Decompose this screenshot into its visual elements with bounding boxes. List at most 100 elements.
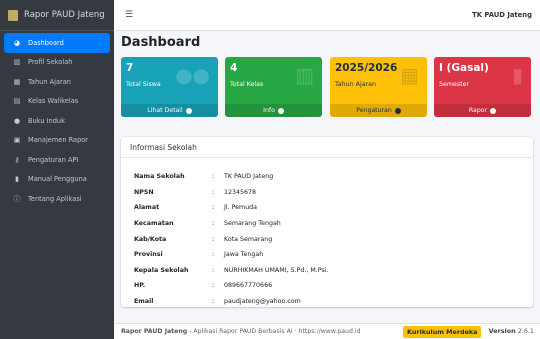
sidebar-item-tentang-aplikasi[interactable]: ⓘ Tentang Aplikasi bbox=[4, 189, 110, 209]
info-separator: : bbox=[212, 188, 215, 196]
info-value: Kota Semarang bbox=[224, 235, 273, 243]
school-icon: ▥ bbox=[13, 58, 21, 67]
info-separator: : bbox=[212, 235, 215, 243]
sidebar-item-label: Pengaturan API bbox=[28, 155, 79, 164]
key-icon: ⚷ bbox=[14, 155, 20, 164]
info-row: HP.: 089667770666 bbox=[134, 278, 533, 294]
calendar-icon: ▦ bbox=[400, 63, 419, 87]
stat-box-tahun-ajaran: 2025/2026 Tahun Ajaran ▦ Pengaturan bbox=[330, 57, 427, 117]
info-key: Kab/Kota bbox=[134, 235, 167, 243]
info-row: Email: paudjateng@yahoo.com bbox=[134, 294, 533, 310]
footer: Rapor PAUD Jateng - Aplikasi Rapor PAUD … bbox=[114, 323, 540, 339]
topbar-school-name[interactable]: TK PAUD Jateng bbox=[472, 11, 532, 19]
stat-box-semester: I (Gasal) Semester ▮ Rapor bbox=[434, 57, 531, 117]
school-icon: ▥ bbox=[295, 63, 314, 87]
topbar: ☰ TK PAUD Jateng bbox=[114, 0, 540, 31]
main-content: Dashboard 7 Total Siswa ●● Lihat Detail … bbox=[114, 31, 540, 339]
sidebar-item-kelas-walikelas[interactable]: ▤ Kelas Walikelas bbox=[4, 92, 110, 112]
info-separator: : bbox=[212, 204, 215, 212]
info-value: 089667770666 bbox=[224, 282, 273, 290]
sidebar-item-label: Kelas Walikelas bbox=[28, 97, 79, 106]
stat-box-total-siswa: 7 Total Siswa ●● Lihat Detail bbox=[121, 57, 218, 117]
page-title: Dashboard bbox=[121, 35, 201, 50]
info-key: NPSN bbox=[134, 188, 154, 196]
info-value: Jl. Pemuda bbox=[224, 204, 258, 212]
arrow-circle-right-icon bbox=[185, 107, 192, 114]
stat-link-label: Pengaturan bbox=[356, 107, 392, 114]
stat-footer-link[interactable]: Lihat Detail bbox=[121, 104, 218, 117]
sidebar-item-label: Buku Induk bbox=[28, 116, 65, 125]
sidebar-item-pengaturan-api[interactable]: ⚷ Pengaturan API bbox=[4, 150, 110, 170]
sidebar-item-manual-pengguna[interactable]: ▮ Manual Pengguna bbox=[4, 170, 110, 190]
stat-label: Semester bbox=[439, 81, 470, 88]
sidebar-item-label: Tentang Aplikasi bbox=[28, 194, 82, 203]
info-row: Kab/Kota: Kota Semarang bbox=[134, 231, 533, 247]
sidebar-item-label: Dashboard bbox=[28, 38, 64, 47]
brand[interactable]: Rapor PAUD Jateng bbox=[0, 0, 114, 31]
info-separator: : bbox=[212, 298, 215, 306]
info-icon: ⓘ bbox=[13, 194, 21, 203]
arrow-circle-right-icon bbox=[394, 107, 401, 114]
info-separator: : bbox=[212, 173, 215, 181]
arrow-circle-right-icon bbox=[490, 107, 497, 114]
info-key: Kecamatan bbox=[134, 220, 174, 228]
stat-footer-link[interactable]: Info bbox=[225, 104, 322, 117]
report-icon: ▣ bbox=[13, 136, 21, 145]
info-key: Alamat bbox=[134, 204, 160, 212]
school-info-table: Nama Sekolah: TK PAUD Jateng NPSN: 1234567… bbox=[121, 158, 533, 309]
sidebar-item-tahun-ajaran[interactable]: ▦ Tahun Ajaran bbox=[4, 72, 110, 92]
book-icon: ▮ bbox=[511, 63, 523, 87]
sidebar-item-label: Manajemen Rapor bbox=[28, 136, 89, 145]
info-value: paudjateng@yahoo.com bbox=[224, 298, 301, 306]
stat-value: 2025/2026 bbox=[335, 62, 398, 74]
sidebar-item-label: Manual Pengguna bbox=[28, 175, 87, 184]
curriculum-badge: Kurikulum Merdeka bbox=[403, 326, 482, 338]
menu-toggle-icon[interactable]: ☰ bbox=[125, 10, 133, 20]
info-separator: : bbox=[212, 266, 215, 274]
info-row: Nama Sekolah: TK PAUD Jateng bbox=[134, 169, 533, 185]
info-separator: : bbox=[212, 282, 215, 290]
calendar-icon: ▦ bbox=[13, 77, 21, 86]
stat-label: Total Siswa bbox=[126, 81, 161, 88]
card-title: Informasi Sekolah bbox=[121, 137, 533, 158]
stat-link-label: Lihat Detail bbox=[147, 107, 183, 114]
stat-value: 7 bbox=[126, 62, 134, 74]
stat-label: Tahun Ajaran bbox=[335, 81, 376, 88]
sidebar-item-label: Tahun Ajaran bbox=[28, 77, 71, 86]
stat-link-label: Info bbox=[263, 107, 275, 114]
info-key: Kepala Sekolah bbox=[134, 266, 189, 274]
info-row: NPSN: 12345678 bbox=[134, 185, 533, 201]
info-value: 12345678 bbox=[224, 188, 257, 196]
stat-label: Total Kelas bbox=[230, 81, 264, 88]
info-value: TK PAUD Jateng bbox=[224, 173, 274, 181]
sidebar-nav: ◕ Dashboard ▥ Profil Sekolah ▦ Tahun Aja… bbox=[0, 31, 114, 209]
info-key: HP. bbox=[134, 282, 146, 290]
class-icon: ▤ bbox=[13, 97, 21, 106]
arrow-circle-right-icon bbox=[277, 107, 284, 114]
users-icon: ●● bbox=[175, 63, 210, 87]
info-separator: : bbox=[212, 251, 215, 259]
sidebar-item-buku-induk[interactable]: ● Buku Induk bbox=[4, 111, 110, 131]
info-row: Kecamatan: Semarang Tengah bbox=[134, 216, 533, 232]
info-value: NURHIKMAH UMAMI, S.Pd., M.Psi. bbox=[224, 266, 329, 274]
sidebar-item-label: Profil Sekolah bbox=[28, 58, 73, 67]
sidebar: Rapor PAUD Jateng ◕ Dashboard ▥ Profil S… bbox=[0, 0, 114, 339]
brand-title: Rapor PAUD Jateng bbox=[24, 10, 105, 20]
dashboard-icon: ◕ bbox=[13, 38, 21, 47]
stat-footer-link[interactable]: Pengaturan bbox=[330, 104, 427, 117]
version-label: Version bbox=[488, 327, 516, 335]
sidebar-item-profil-sekolah[interactable]: ▥ Profil Sekolah bbox=[4, 53, 110, 73]
sidebar-item-dashboard[interactable]: ◕ Dashboard bbox=[4, 33, 110, 53]
info-value: Jawa Tengah bbox=[224, 251, 264, 259]
stat-footer-link[interactable]: Rapor bbox=[434, 104, 531, 117]
info-value: Semarang Tengah bbox=[224, 220, 281, 228]
version-info: Version 2.6.1 bbox=[489, 327, 534, 335]
info-key: Provinsi bbox=[134, 251, 163, 259]
sidebar-item-manajemen-rapor[interactable]: ▣ Manajemen Rapor bbox=[4, 131, 110, 151]
info-key: Email bbox=[134, 298, 154, 306]
info-key: Nama Sekolah bbox=[134, 173, 185, 181]
users-icon: ● bbox=[13, 116, 21, 125]
info-separator: : bbox=[212, 220, 215, 228]
footer-tagline: - Aplikasi Rapor PAUD Berbasis AI · http… bbox=[189, 328, 361, 335]
version-number: 2.6.1 bbox=[517, 327, 534, 335]
